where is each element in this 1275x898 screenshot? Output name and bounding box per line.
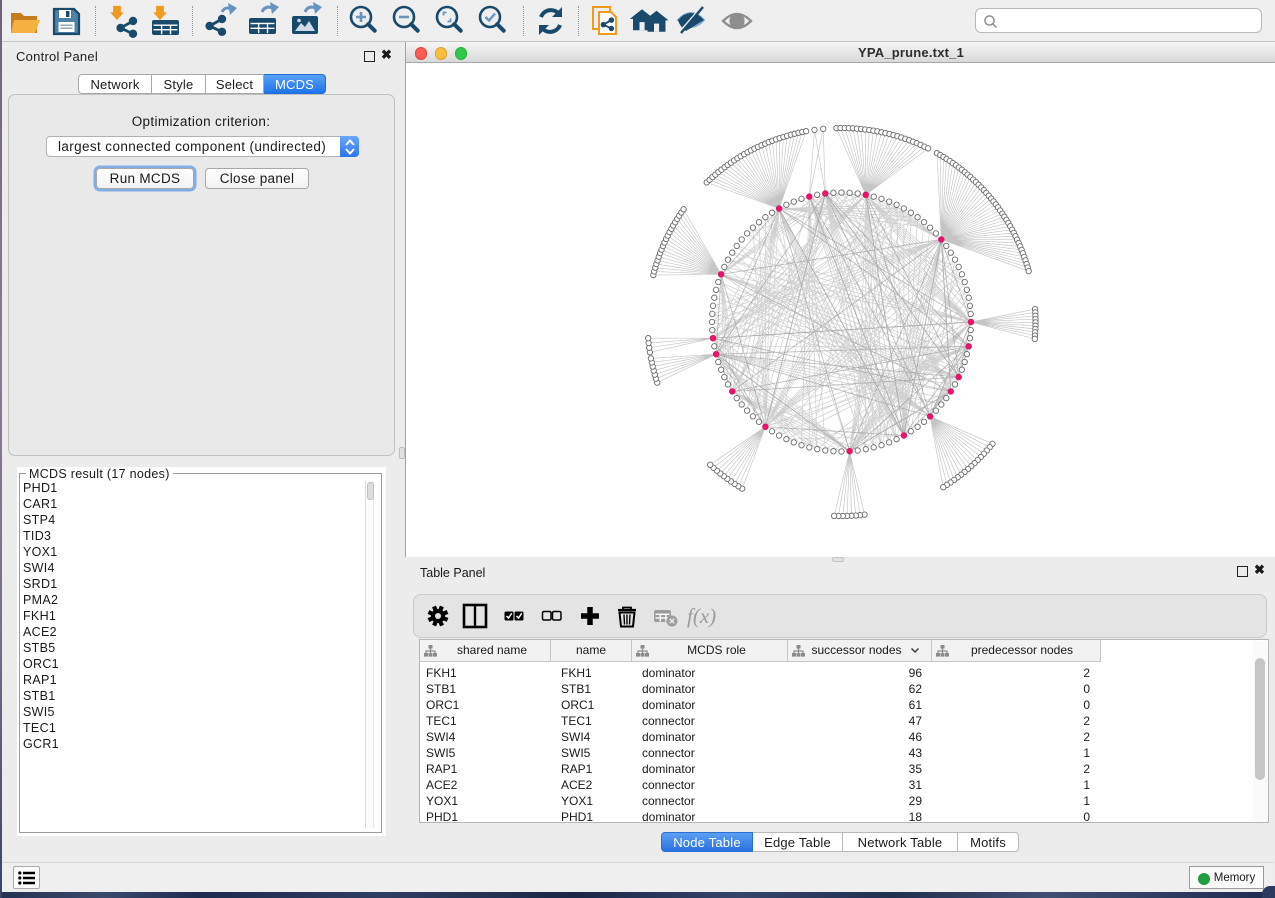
svg-text:f(x): f(x) — [687, 604, 716, 628]
